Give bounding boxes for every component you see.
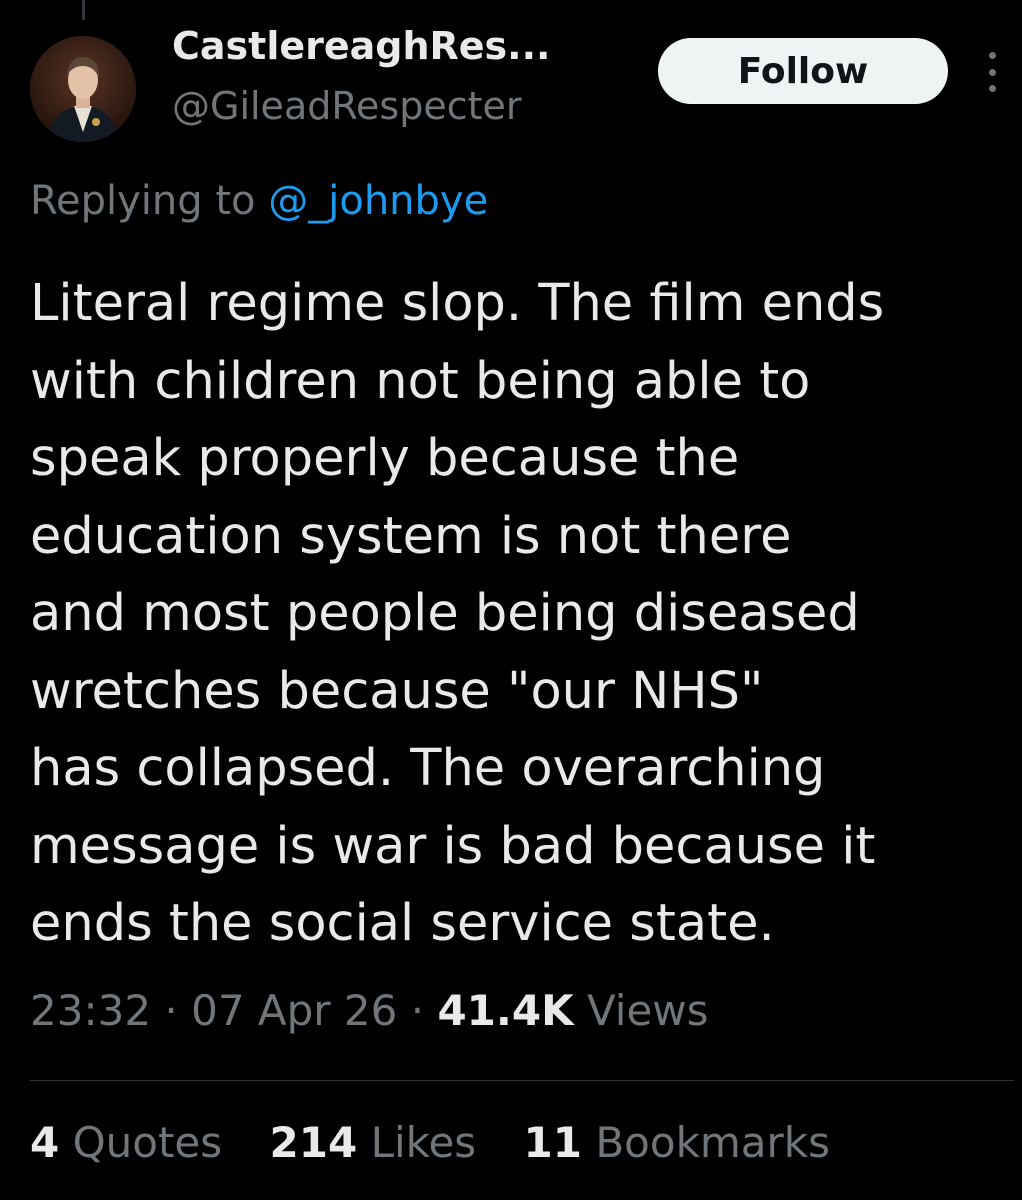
replying-to: Replying to @_johnbye [30,178,488,224]
quotes-label: Quotes [72,1118,223,1167]
replying-to-label: Replying to [30,178,256,224]
tweet-text-line: has collapsed. The overarching [30,739,826,798]
tweet-date[interactable]: 07 Apr 26 [191,986,397,1035]
thread-connector-line [82,0,85,20]
likes-stat[interactable]: 214 Likes [270,1118,477,1167]
meta-separator: · [164,986,178,1035]
bookmarks-count: 11 [523,1118,582,1167]
reply-mention-link[interactable]: @_johnbye [268,178,488,224]
bookmarks-stat[interactable]: 11 Bookmarks [524,1118,830,1167]
tweet-meta: 23:32 · 07 Apr 26 · 41.4K Views [30,986,709,1035]
quotes-count: 4 [30,1118,60,1167]
author-display-name[interactable]: CastlereaghRes... [172,24,550,68]
meta-separator: · [410,986,425,1035]
tweet-text: Literal regime slop. The film ends with … [30,265,990,963]
divider [30,1080,1014,1081]
views-label: Views [586,986,709,1035]
likes-label: Likes [370,1118,477,1167]
follow-button[interactable]: Follow [658,38,948,104]
tweet-text-line: wretches because "our NHS" [30,661,764,721]
bookmarks-label: Bookmarks [595,1118,831,1167]
tweet-text-line: Literal regime slop. The film ends [30,274,885,333]
views-count: 41.4K [437,986,574,1035]
avatar[interactable] [30,36,136,142]
tweet-text-line: and most people being diseased [30,584,860,643]
tweet-time[interactable]: 23:32 [30,986,151,1035]
tweet-text-line: ends the social service state. [30,894,775,953]
tweet-text-line: message is war is bad because it [30,816,876,876]
tweet-text-line: with children not being able to [30,351,811,411]
engagement-stats: 4 Quotes 214 Likes 11 Bookmarks [30,1118,864,1167]
tweet-text-line: speak properly because the [30,429,740,488]
portrait-avatar-icon [30,36,136,142]
tweet-text-line: education system is not there [30,506,792,566]
likes-count: 214 [269,1118,358,1167]
author-handle[interactable]: @GileadRespecter [172,84,522,128]
more-vertical-icon[interactable] [984,52,1000,92]
quotes-stat[interactable]: 4 Quotes [30,1118,222,1167]
